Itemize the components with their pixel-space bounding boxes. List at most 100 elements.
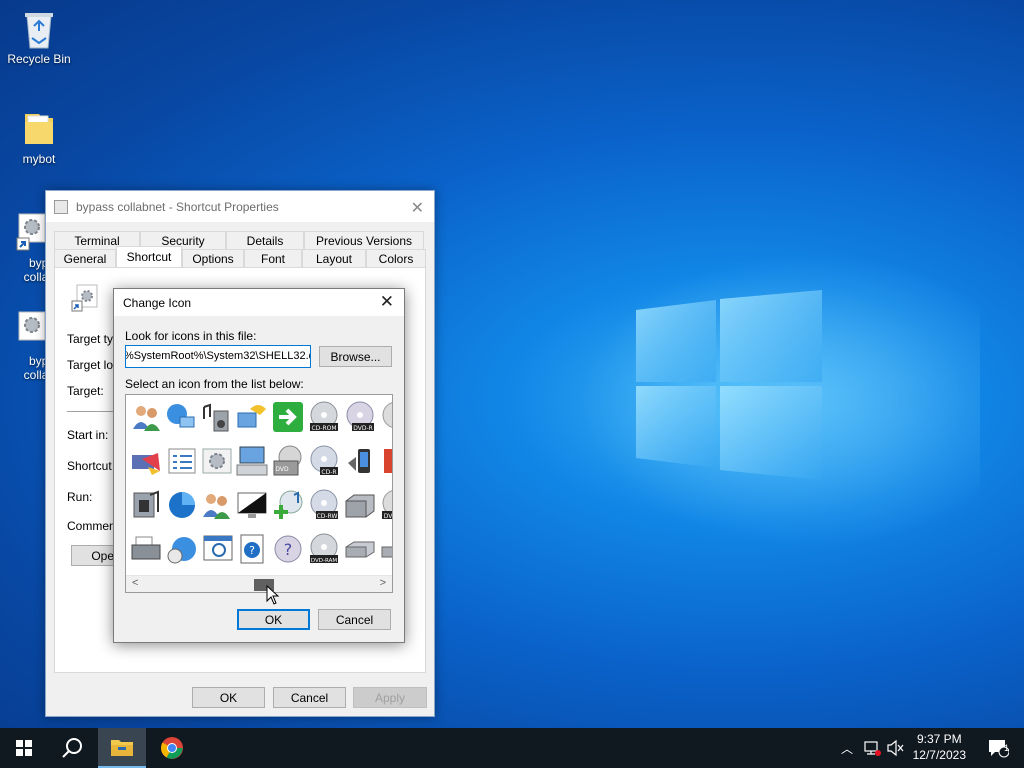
- disc-icon-partial[interactable]: [380, 401, 393, 433]
- globe-clock-icon[interactable]: [166, 533, 198, 565]
- help-document-icon[interactable]: ?: [236, 533, 268, 565]
- media-player-icon[interactable]: [130, 489, 162, 521]
- dvd-ram-drive-icon[interactable]: DVD-RAM: [308, 533, 340, 565]
- icon-list-horizontal-scrollbar[interactable]: < >: [126, 575, 392, 592]
- users-icon[interactable]: [130, 401, 162, 433]
- computer-help-icon[interactable]: [236, 401, 268, 433]
- run-label: Run:: [67, 490, 93, 504]
- green-arrow-icon[interactable]: [272, 401, 304, 433]
- tab-colors[interactable]: Colors: [366, 249, 426, 267]
- tabs-row-bottom: General Shortcut Options Font Layout Col…: [54, 246, 426, 268]
- change-icon-titlebar[interactable]: Change Icon ✕: [114, 289, 404, 316]
- browse-button[interactable]: Browse...: [319, 346, 392, 367]
- dvd-drive-partial-icon[interactable]: DV: [380, 489, 393, 521]
- volume-muted-icon[interactable]: [884, 728, 908, 768]
- tab-font[interactable]: Font: [244, 249, 302, 267]
- drive-unit-icon[interactable]: [344, 489, 376, 521]
- dvd-ram-caption: DVD-RAM: [311, 558, 337, 564]
- dvd-r-caption: DVD-R: [353, 425, 373, 432]
- properties-ok-button[interactable]: OK: [192, 687, 265, 708]
- target-type-label: Target typ: [67, 332, 120, 346]
- gear-shortcut-icon: [71, 284, 98, 312]
- search-icon: [62, 738, 82, 758]
- scroll-left-icon[interactable]: <: [132, 577, 138, 589]
- mouse-cursor-icon: [266, 585, 280, 605]
- gear-shortcut-icon: [5, 310, 46, 350]
- cd-rw-caption: CD-RW: [317, 513, 338, 520]
- file-explorer-icon: [111, 740, 133, 756]
- icon-list[interactable]: CD-ROM DVD-R DVD CD-R CD-RW DV ? ? DVD-R…: [125, 394, 393, 593]
- close-icon[interactable]: ✕: [380, 292, 394, 312]
- printer-icon[interactable]: [130, 533, 162, 565]
- tab-details[interactable]: Details: [226, 231, 304, 249]
- icon-file-path-text: %SystemRoot%\System32\SHELL32.dll: [125, 350, 311, 362]
- cd-r-drive-icon[interactable]: CD-R: [308, 445, 340, 477]
- dvd-r-drive-icon[interactable]: DVD-R: [344, 401, 376, 433]
- users-group-icon[interactable]: [200, 489, 232, 521]
- mobile-device-icon[interactable]: [344, 445, 376, 477]
- add-media-icon[interactable]: [272, 489, 304, 521]
- select-icon-label: Select an icon from the list below:: [125, 377, 304, 391]
- clock-date: 12/7/2023: [912, 748, 966, 762]
- target-location-label: Target loc: [67, 358, 120, 372]
- keyboard-monitor-icon[interactable]: [236, 445, 268, 477]
- svg-text:?: ?: [284, 540, 293, 559]
- help-disc-icon[interactable]: ?: [272, 533, 304, 565]
- hard-drive-partial-icon[interactable]: [380, 533, 393, 565]
- svg-text:?: ?: [249, 544, 255, 557]
- network-globe-icon[interactable]: [164, 401, 196, 433]
- change-icon-dialog[interactable]: Change Icon ✕ Look for icons in this fil…: [113, 288, 405, 643]
- color-printer-icon[interactable]: [130, 445, 162, 477]
- tab-general[interactable]: General: [54, 249, 116, 267]
- network-status-icon: [864, 741, 881, 756]
- look-for-icons-label: Look for icons in this file:: [125, 329, 257, 343]
- search-button[interactable]: [48, 728, 96, 768]
- network-icon[interactable]: [860, 728, 884, 768]
- tab-previous-versions[interactable]: Previous Versions: [304, 231, 424, 249]
- pie-chart-icon[interactable]: [166, 489, 198, 521]
- chrome-icon: [161, 737, 183, 759]
- display-contrast-icon[interactable]: [236, 489, 268, 521]
- gear-window-icon[interactable]: [201, 445, 233, 477]
- taskbar: ︿ 9:37 PM 12/7/2023 1: [0, 728, 1024, 768]
- action-center-button[interactable]: 1: [978, 728, 1018, 768]
- desktop-icon-label: Recycle Bin: [7, 52, 71, 66]
- taskbar-chrome[interactable]: [148, 728, 196, 768]
- properties-cancel-button[interactable]: Cancel: [273, 687, 346, 708]
- partial-red-icon[interactable]: [380, 445, 393, 477]
- tab-layout[interactable]: Layout: [302, 249, 366, 267]
- target-label: Target:: [67, 384, 104, 398]
- cd-rom-caption: CD-ROM: [311, 425, 336, 432]
- music-speaker-icon[interactable]: [200, 401, 232, 433]
- desktop-icon-recycle-bin[interactable]: Recycle Bin: [1, 8, 77, 66]
- change-icon-ok-button[interactable]: OK: [237, 609, 310, 630]
- windows-wallpaper-logo: [636, 290, 822, 480]
- speaker-muted-icon: [887, 740, 904, 756]
- icon-file-path-input[interactable]: %SystemRoot%\System32\SHELL32.dll: [125, 345, 311, 368]
- desktop-icon-mybot[interactable]: mybot: [1, 108, 77, 166]
- recycle-bin-icon: [19, 8, 59, 49]
- tab-options[interactable]: Options: [182, 249, 244, 267]
- cd-rom-drive-icon[interactable]: CD-ROM: [308, 401, 340, 433]
- cd-rw-drive-icon[interactable]: CD-RW: [308, 489, 340, 521]
- hard-drive-icon[interactable]: [344, 533, 376, 565]
- clock-time: 9:37 PM: [916, 732, 962, 746]
- system-clock[interactable]: 9:37 PM 12/7/2023: [913, 731, 966, 763]
- show-hidden-icons-chevron-up-icon[interactable]: ︿: [838, 728, 856, 768]
- change-icon-cancel-button[interactable]: Cancel: [318, 609, 391, 630]
- taskbar-file-explorer[interactable]: [98, 728, 146, 768]
- folder-icon: [19, 108, 59, 148]
- checklist-icon[interactable]: [166, 445, 198, 477]
- notification-count: 1: [1004, 743, 1010, 753]
- tab-shortcut[interactable]: Shortcut: [116, 246, 182, 268]
- dvd-drive-icon[interactable]: DVD: [272, 445, 304, 477]
- search-window-icon[interactable]: [202, 533, 234, 565]
- start-button[interactable]: [0, 728, 48, 768]
- cd-r-caption: CD-R: [321, 469, 336, 476]
- start-in-label: Start in:: [67, 428, 109, 442]
- properties-apply-button[interactable]: Apply: [353, 687, 427, 708]
- tabs-row-top: Terminal Security Details Previous Versi…: [54, 231, 424, 249]
- properties-titlebar[interactable]: bypass collabnet - Shortcut Properties ✕: [46, 191, 434, 222]
- close-icon[interactable]: ✕: [411, 198, 424, 218]
- scroll-right-icon[interactable]: >: [380, 577, 386, 589]
